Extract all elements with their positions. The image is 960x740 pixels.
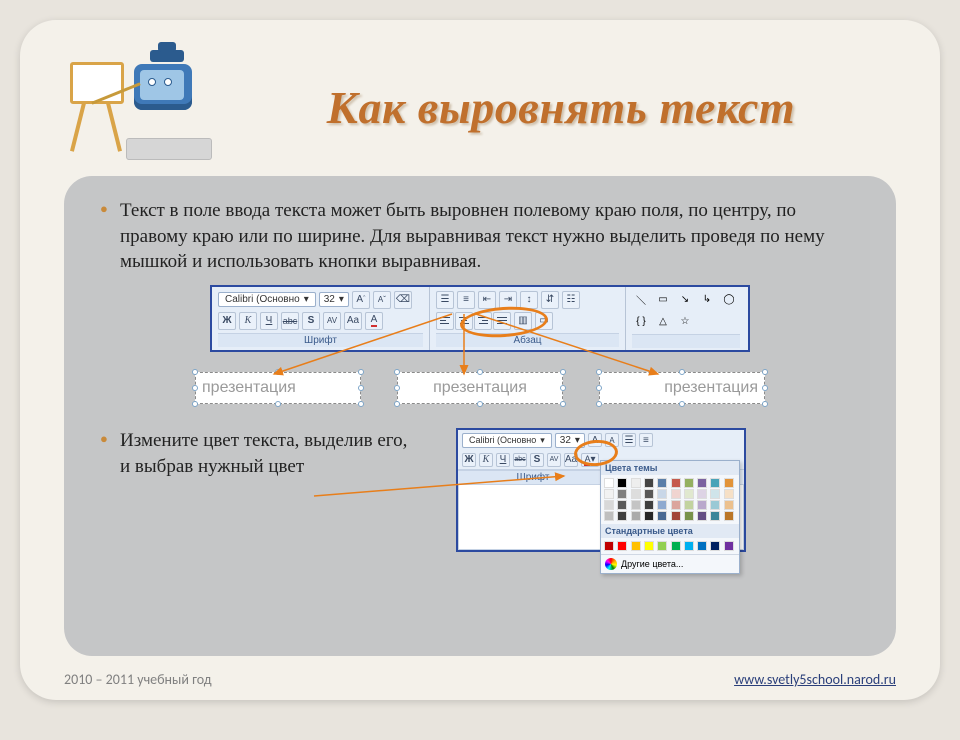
convert-smartart-icon[interactable]: ▭ <box>535 312 553 330</box>
align-justify-button[interactable] <box>493 312 511 330</box>
font-size-combo-2[interactable]: 32 ▾ <box>555 433 585 448</box>
font-family-combo[interactable]: Calibri (Основно ▾ <box>218 292 316 307</box>
bold-button[interactable]: Ж <box>218 312 236 330</box>
theme-colors-header: Цвета темы <box>601 461 739 475</box>
color-wheel-icon <box>605 558 617 570</box>
align-text-icon[interactable]: ☷ <box>562 291 580 309</box>
ribbon-group-paragraph-label: Абзац <box>436 333 619 347</box>
more-colors-item[interactable]: Другие цвета... <box>601 554 739 573</box>
bullets-icon-2[interactable]: ☰ <box>622 433 636 447</box>
shape-star-icon[interactable]: ☆ <box>676 313 694 331</box>
shape-connector-icon[interactable]: ↳ <box>698 291 716 309</box>
ribbon-screenshot-color: Calibri (Основно ▾ 32 ▾ A A ☰ ≡ Ж К Ч ab… <box>456 428 746 552</box>
shape-brace-icon[interactable]: { } <box>632 313 650 331</box>
shape-arrow-icon[interactable]: ↘ <box>676 291 694 309</box>
color-picker-panel: Цвета темы <box>600 460 740 574</box>
bullet-2: Измените цвет текста, выделив его, и выб… <box>98 428 438 479</box>
align-right-button[interactable] <box>474 312 492 330</box>
standard-colors-header: Стандартные цвета <box>601 524 739 538</box>
decrease-indent-icon[interactable]: ⇤ <box>478 291 496 309</box>
shape-line-icon[interactable]: ＼ <box>632 291 650 309</box>
ribbon-screenshot-alignment: Calibri (Основно ▾ 32 ▾ Aˆ Aˇ ⌫ Ж К Ч ab… <box>210 285 750 352</box>
shape-rect-icon[interactable]: ▭ <box>654 291 672 309</box>
ribbon-group-font-label: Шрифт <box>218 333 423 347</box>
clear-format-icon[interactable]: ⌫ <box>394 291 412 309</box>
numbering-icon[interactable]: ≡ <box>457 291 475 309</box>
bullet-1: Текст в поле ввода текста может быть выр… <box>98 198 862 275</box>
line-spacing-icon[interactable]: ↕ <box>520 291 538 309</box>
shrink-font-icon[interactable]: Aˇ <box>373 291 391 309</box>
font-size-combo[interactable]: 32 ▾ <box>319 292 349 307</box>
text-shadow-button[interactable]: S <box>302 312 320 330</box>
slide-body: Текст в поле ввода текста может быть выр… <box>64 176 896 656</box>
textbox-right-aligned: презентация <box>599 372 765 404</box>
footer-year: 2010 – 2011 учебный год <box>64 671 212 688</box>
shape-oval-icon[interactable]: ◯ <box>720 291 738 309</box>
font-color-button[interactable]: A <box>365 312 383 330</box>
textbox-center-aligned: презентация <box>397 372 563 404</box>
footer-link[interactable]: www.svetly5school.narod.ru <box>734 671 896 688</box>
italic-button[interactable]: К <box>239 312 257 330</box>
alignment-button-group <box>436 312 511 330</box>
bullets-icon[interactable]: ☰ <box>436 291 454 309</box>
slide-footer: 2010 – 2011 учебный год www.svetly5schoo… <box>64 671 896 688</box>
columns-icon[interactable]: ▥ <box>514 312 532 330</box>
computer-teacher-illustration <box>64 52 214 162</box>
grow-font-icon[interactable]: Aˆ <box>352 291 370 309</box>
shape-triangle-icon[interactable]: △ <box>654 313 672 331</box>
char-spacing-button[interactable]: AV <box>323 312 341 330</box>
increase-indent-icon[interactable]: ⇥ <box>499 291 517 309</box>
strikethrough-button[interactable]: abc <box>281 312 299 330</box>
font-color-dropdown[interactable]: A▾ <box>581 453 599 467</box>
align-left-button[interactable] <box>436 312 454 330</box>
align-center-button[interactable] <box>455 312 473 330</box>
text-direction-icon[interactable]: ⇵ <box>541 291 559 309</box>
numbering-icon-2[interactable]: ≡ <box>639 433 653 447</box>
color-swatch[interactable] <box>604 478 614 488</box>
change-case-button[interactable]: Aa <box>344 312 362 330</box>
slide: Как выровнять текст Текст в поле ввода т… <box>20 20 940 700</box>
font-family-combo-2[interactable]: Calibri (Основно ▾ <box>462 433 552 448</box>
textbox-left-aligned: презентация <box>195 372 361 404</box>
slide-header: Как выровнять текст <box>64 52 896 176</box>
alignment-examples: презентация презентация презентация <box>98 372 862 404</box>
underline-button[interactable]: Ч <box>260 312 278 330</box>
theme-swatches <box>601 475 739 524</box>
slide-title: Как выровнять текст <box>236 81 896 134</box>
